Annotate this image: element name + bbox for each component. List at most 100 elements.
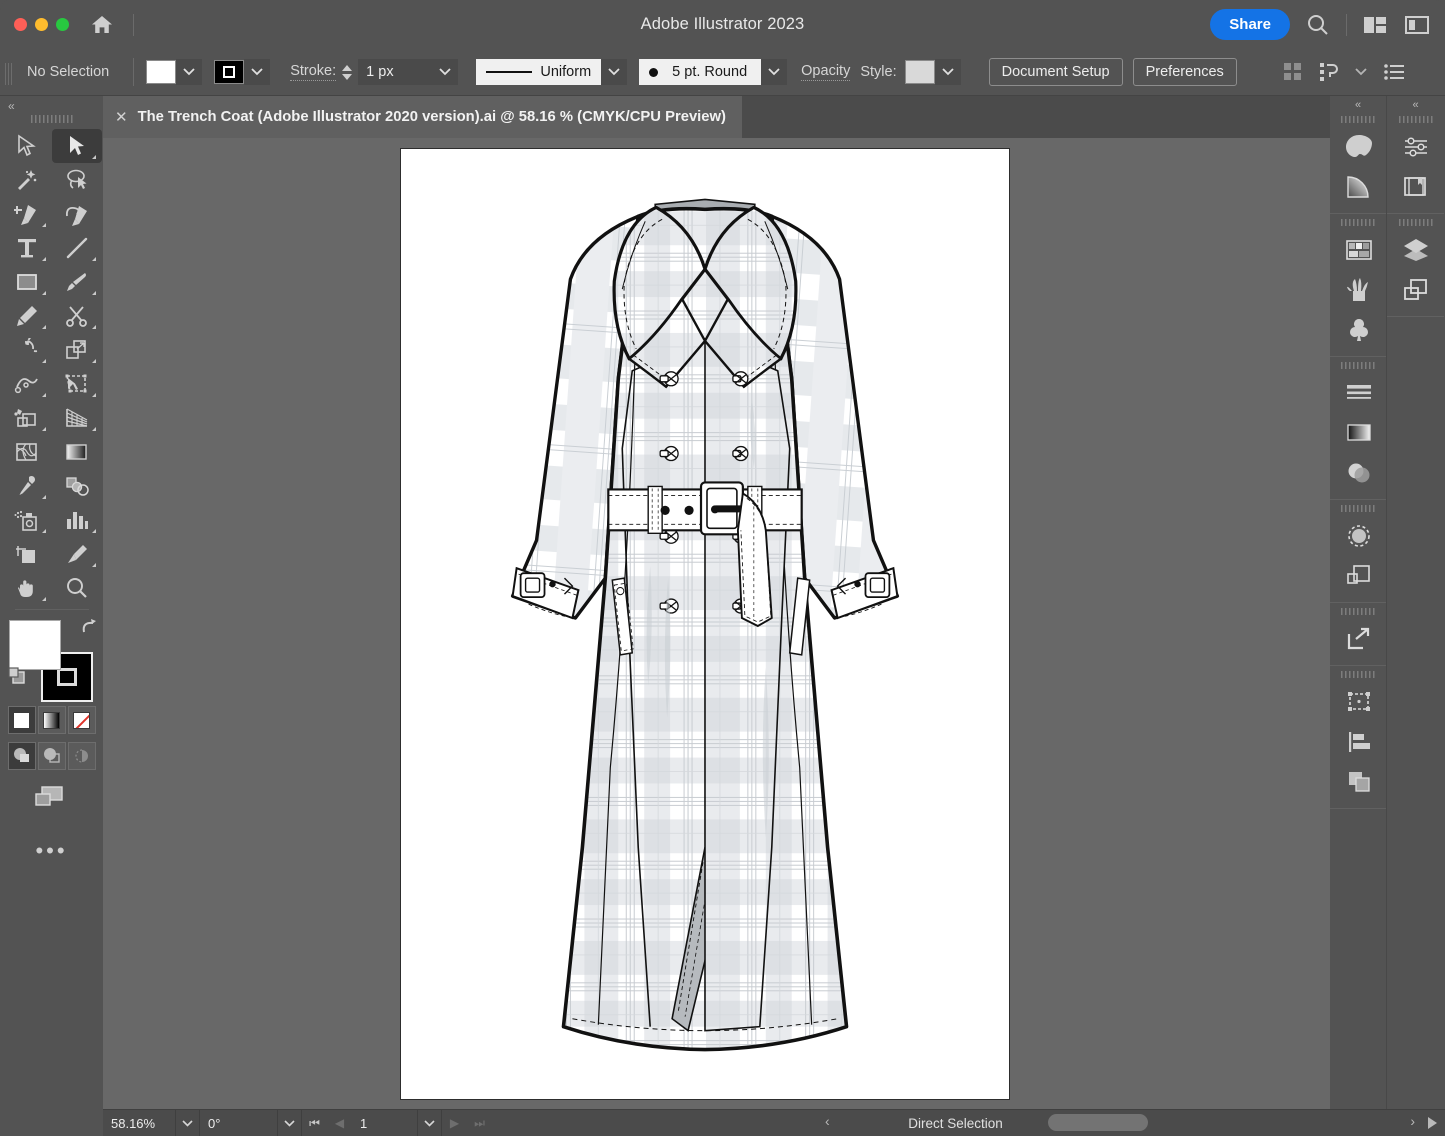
gradient-fill-icon[interactable] [38, 706, 66, 734]
draw-normal-icon[interactable] [8, 742, 36, 770]
swap-fill-stroke-icon[interactable] [80, 618, 98, 636]
panel-group-grip[interactable] [1341, 219, 1375, 226]
panel-group-grip[interactable] [1341, 116, 1375, 123]
artboards-panel[interactable] [1387, 270, 1444, 310]
panel-group-grip[interactable] [1341, 362, 1375, 369]
chevron-right-icon[interactable]: › [1410, 1113, 1415, 1129]
pathfinder-panel[interactable] [1330, 762, 1387, 802]
transparency-panel[interactable] [1330, 453, 1387, 493]
gradient-tool[interactable] [52, 435, 102, 469]
graphic-styles-panel[interactable] [1330, 556, 1387, 596]
draw-inside-icon[interactable] [68, 742, 96, 770]
canvas-area[interactable] [103, 138, 1330, 1109]
stroke-profile-chevron-down-icon[interactable] [601, 59, 627, 85]
libraries-panel[interactable] [1387, 167, 1444, 207]
transform-grid-icon[interactable] [1283, 62, 1303, 82]
align-chevron-down-icon[interactable] [1355, 68, 1367, 76]
column-graph-tool[interactable] [52, 503, 102, 537]
align-panel[interactable] [1330, 722, 1387, 762]
double-chevron-left-icon[interactable]: « [0, 96, 103, 113]
graphic-style-swatch[interactable] [905, 60, 935, 84]
trench-coat-technical-flat[interactable] [401, 149, 1009, 1099]
stroke-weight-input[interactable] [358, 59, 432, 85]
stroke-weight-chevron-down-icon[interactable] [432, 59, 458, 85]
fill-swatch[interactable] [146, 60, 176, 84]
brush-definition-field[interactable]: 5 pt. Round [639, 59, 761, 85]
curvature-tool[interactable] [52, 197, 102, 231]
double-chevron-left-icon[interactable]: « [1330, 96, 1386, 111]
edit-toolbar-ellipsis-icon[interactable]: ••• [0, 838, 103, 864]
preferences-button[interactable]: Preferences [1133, 58, 1237, 86]
paintbrush-tool[interactable] [52, 265, 102, 299]
panel-group-grip[interactable] [1341, 505, 1375, 512]
scissors-tool[interactable] [52, 299, 102, 333]
rectangle-tool[interactable] [2, 265, 52, 299]
symbol-sprayer-tool[interactable] [2, 503, 52, 537]
double-chevron-left-icon-b[interactable]: « [1387, 96, 1444, 111]
hand-tool[interactable] [2, 571, 52, 605]
asset-export-panel[interactable] [1330, 619, 1387, 659]
brush-definition-chevron-down-icon[interactable] [761, 59, 787, 85]
share-button[interactable]: Share [1210, 9, 1290, 40]
pen-tool[interactable] [2, 197, 52, 231]
solid-color-icon[interactable] [8, 706, 36, 734]
default-fill-stroke-icon[interactable] [7, 666, 27, 686]
panel-group-grip[interactable] [1399, 116, 1433, 123]
artboard[interactable] [400, 148, 1010, 1100]
stroke-weight-stepper[interactable] [341, 65, 353, 80]
width-tool[interactable] [2, 367, 52, 401]
control-bar-grip[interactable] [5, 59, 13, 85]
close-icon[interactable]: ✕ [115, 110, 128, 125]
type-tool[interactable] [2, 231, 52, 265]
swatches-panel[interactable] [1330, 230, 1387, 270]
blend-tool[interactable] [52, 469, 102, 503]
style-chevron-down-icon[interactable] [935, 59, 961, 85]
free-transform-tool[interactable] [52, 367, 102, 401]
arrange-documents-icon[interactable] [1361, 11, 1389, 39]
color-panel[interactable] [1330, 127, 1387, 167]
zoom-tool[interactable] [52, 571, 102, 605]
pencil-tool[interactable] [2, 299, 52, 333]
chevron-left-icon[interactable]: ‹ [825, 1113, 830, 1129]
panel-group-grip[interactable] [1341, 671, 1375, 678]
eyedropper-tool[interactable] [2, 469, 52, 503]
perspective-grid-tool[interactable] [52, 401, 102, 435]
properties-panel-icon[interactable] [1403, 11, 1431, 39]
document-setup-button[interactable]: Document Setup [989, 58, 1123, 86]
canvas-horizontal-scrollbar[interactable]: ‹ › [103, 1109, 1445, 1136]
transform-panel[interactable] [1330, 682, 1387, 722]
slice-tool[interactable] [52, 537, 102, 571]
appearance-panel[interactable] [1330, 516, 1387, 556]
fill-chevron-down-icon[interactable] [176, 59, 202, 85]
align-icon[interactable] [1319, 62, 1339, 82]
tools-panel-grip[interactable] [31, 115, 73, 123]
line-segment-tool[interactable] [52, 231, 102, 265]
mesh-tool[interactable] [2, 435, 52, 469]
draw-behind-icon[interactable] [38, 742, 66, 770]
panel-group-grip[interactable] [1341, 608, 1375, 615]
change-screen-mode-icon[interactable] [30, 782, 74, 812]
stroke-swatch[interactable] [214, 60, 244, 84]
direct-selection-tool[interactable] [52, 129, 102, 163]
artboard-tool[interactable] [2, 537, 52, 571]
search-icon[interactable] [1304, 11, 1332, 39]
symbols-panel[interactable] [1330, 310, 1387, 350]
gradient-panel[interactable] [1330, 413, 1387, 453]
stroke-profile-field[interactable]: Uniform [476, 59, 601, 85]
panel-group-grip[interactable] [1399, 219, 1433, 226]
horizontal-scroll-thumb[interactable] [1048, 1114, 1148, 1131]
lasso-tool[interactable] [52, 163, 102, 197]
stroke-chevron-down-icon[interactable] [244, 59, 270, 85]
layers-panel[interactable] [1387, 230, 1444, 270]
color-guide-panel[interactable] [1330, 167, 1387, 207]
scale-tool[interactable] [52, 333, 102, 367]
magic-wand-tool[interactable] [2, 163, 52, 197]
document-tab[interactable]: ✕ The Trench Coat (Adobe Illustrator 202… [103, 96, 742, 138]
brushes-panel[interactable] [1330, 270, 1387, 310]
selection-tool[interactable] [2, 129, 52, 163]
properties-panel[interactable] [1387, 127, 1444, 167]
shape-builder-tool[interactable] [2, 401, 52, 435]
stroke-panel[interactable] [1330, 373, 1387, 413]
rotate-tool[interactable] [2, 333, 52, 367]
opacity-label[interactable]: Opacity [801, 63, 850, 81]
